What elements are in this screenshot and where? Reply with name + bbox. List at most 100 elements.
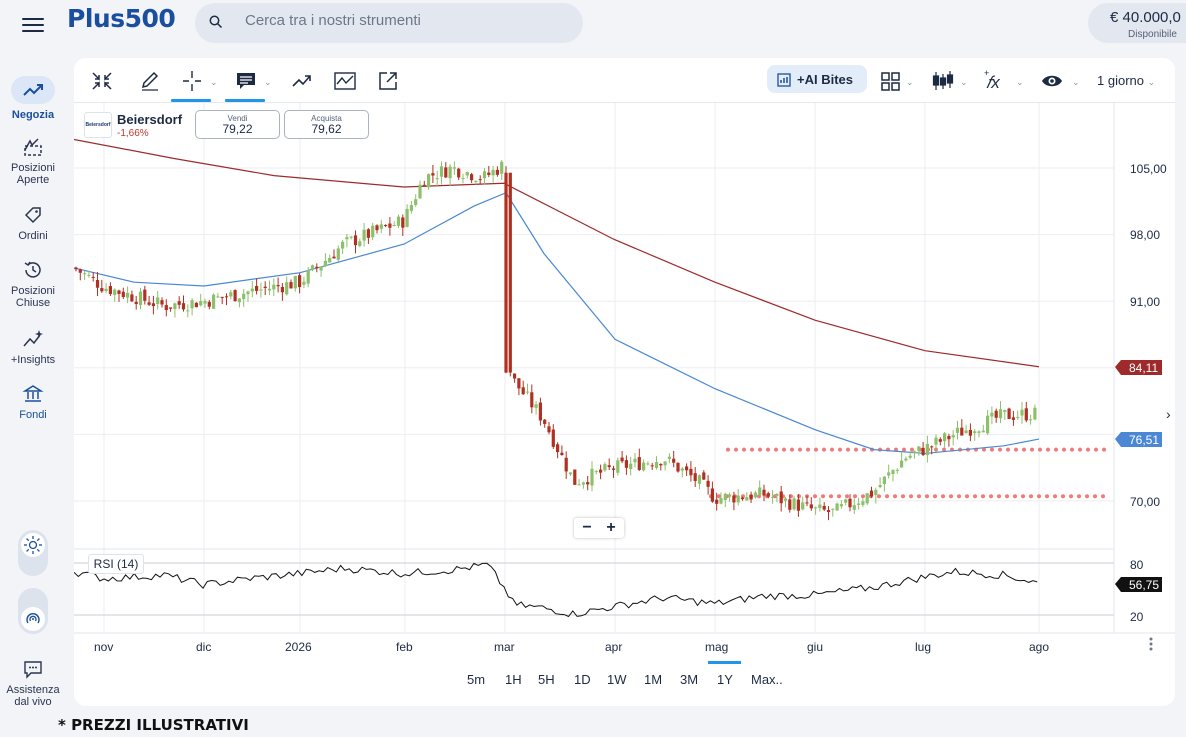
- sidebar-item-fondi[interactable]: Fondi: [0, 383, 66, 421]
- layout-grid-icon[interactable]: [880, 68, 902, 94]
- support-dot: [798, 447, 802, 452]
- candle-body: [224, 296, 229, 298]
- candle-body: [938, 439, 942, 442]
- support-dot: [965, 494, 969, 499]
- candle-body: [779, 491, 783, 504]
- search-bar[interactable]: [195, 3, 583, 43]
- price-chart[interactable]: 105,00 98,00 91,00 70,00 84,11 76,51 › 8…: [74, 103, 1175, 663]
- chevron-down-icon[interactable]: ⌄: [906, 77, 914, 88]
- candle-body: [474, 181, 478, 183]
- chevron-down-icon[interactable]: ⌄: [210, 77, 218, 88]
- chevron-down-icon[interactable]: ⌄: [1016, 77, 1024, 88]
- sell-button[interactable]: Vendi 79,22: [195, 110, 280, 139]
- candle-body: [611, 468, 616, 470]
- interval-selector[interactable]: 1 giorno ⌄: [1097, 73, 1155, 88]
- support-dot: [1069, 494, 1073, 499]
- sparkle-chart-icon: [23, 330, 43, 347]
- candle-body: [263, 286, 267, 288]
- ai-bites-button[interactable]: +AI Bites: [767, 65, 867, 93]
- candle-body: [556, 444, 560, 453]
- disclaimer: * PREZZI ILLUSTRATIVI: [58, 716, 249, 734]
- more-options-icon[interactable]: [1149, 637, 1153, 651]
- rsi-badge: 56,75: [1115, 577, 1162, 592]
- support-dot: [838, 447, 842, 452]
- sidebar-item-ordini[interactable]: Ordini: [0, 204, 66, 242]
- candle-body: [547, 426, 551, 433]
- candle-body: [220, 296, 224, 298]
- zoom-in-button[interactable]: +: [599, 518, 623, 538]
- trend-line-icon[interactable]: [290, 68, 314, 94]
- rsi-label[interactable]: RSI (14): [88, 554, 144, 574]
- timeframe-1w[interactable]: 1W: [607, 672, 627, 687]
- candle-body: [788, 499, 792, 510]
- balance-widget[interactable]: € 40.000,0 Disponibile: [1088, 3, 1186, 43]
- indicator-icon[interactable]: [332, 68, 358, 94]
- svg-text:+: +: [984, 68, 989, 78]
- brand-logo[interactable]: Plus500: [67, 4, 176, 33]
- live-support-button[interactable]: Assistenza dal vivo: [0, 658, 66, 708]
- support-dot: [901, 494, 905, 499]
- candle-body: [629, 463, 633, 470]
- sidebar-item-insights[interactable]: +Insights: [0, 328, 66, 366]
- candle-body: [336, 248, 340, 260]
- candle-body: [190, 300, 194, 309]
- zoom-out-button[interactable]: −: [575, 518, 599, 538]
- search-input[interactable]: [243, 11, 567, 30]
- candle-body: [805, 502, 809, 504]
- eye-icon[interactable]: [1040, 68, 1064, 94]
- scroll-arrow-icon[interactable]: ›: [1166, 406, 1171, 422]
- candle-body: [246, 291, 250, 295]
- timeframe-1d[interactable]: 1D: [574, 672, 591, 687]
- sidebar-item-negozia[interactable]: Negozia: [0, 76, 66, 121]
- accessibility-toggle[interactable]: [18, 588, 48, 634]
- candle-body: [366, 229, 370, 238]
- timeframe-3m[interactable]: 3M: [680, 672, 698, 687]
- timeframe-5h[interactable]: 5H: [538, 672, 555, 687]
- timeframe-1m[interactable]: 1M: [644, 672, 662, 687]
- candle-body: [276, 285, 280, 287]
- chevron-down-icon[interactable]: ⌄: [1072, 77, 1080, 88]
- timeframe-max[interactable]: Max..: [751, 672, 783, 687]
- buy-price: 79,62: [311, 122, 342, 136]
- sidebar-item-label: Negozia: [11, 109, 55, 121]
- chevron-down-icon[interactable]: ⌄: [264, 77, 272, 88]
- candle-body: [697, 475, 702, 484]
- support-dot: [1085, 494, 1089, 499]
- support-dot: [1061, 494, 1065, 499]
- candle-body: [328, 257, 332, 263]
- candle-body: [491, 169, 495, 176]
- candle-body: [534, 404, 538, 408]
- function-fx-icon[interactable]: 𝑓x+: [983, 68, 1007, 94]
- candle-body: [194, 302, 198, 308]
- collapse-icon[interactable]: [90, 68, 114, 94]
- candle-body: [1033, 407, 1037, 420]
- expand-external-icon[interactable]: [376, 68, 400, 94]
- rsi-tick: 80: [1130, 558, 1144, 572]
- candle-body: [272, 284, 276, 290]
- theme-toggle[interactable]: [18, 530, 48, 576]
- candle-body: [887, 472, 891, 476]
- timeframe-5m[interactable]: 5m: [467, 672, 485, 687]
- candlestick-icon[interactable]: [931, 68, 955, 94]
- sidebar-item-posizioni-aperte[interactable]: Posizioni Aperte: [0, 136, 66, 186]
- timeframe-1h[interactable]: 1H: [505, 672, 522, 687]
- chevron-down-icon[interactable]: ⌄: [960, 77, 968, 88]
- support-dot: [1046, 447, 1050, 452]
- candle-body: [293, 276, 297, 289]
- buy-button[interactable]: Acquista 79,62: [284, 110, 369, 139]
- draw-pencil-icon[interactable]: [138, 68, 162, 94]
- candle-body: [753, 492, 757, 498]
- candle-body: [736, 495, 740, 503]
- instrument-change: -1,66%: [117, 128, 149, 139]
- sidebar-item-posizioni-chiuse[interactable]: Posizioni Chiuse: [0, 259, 66, 309]
- crosshair-icon[interactable]: [180, 68, 204, 94]
- support-dot: [997, 494, 1001, 499]
- support-dot: [797, 494, 801, 499]
- candle-body: [126, 292, 130, 298]
- support-dot: [1037, 494, 1041, 499]
- support-dot: [941, 494, 945, 499]
- timeframe-1y[interactable]: 1Y: [717, 672, 733, 687]
- candle-body: [766, 493, 770, 497]
- comment-icon[interactable]: [234, 68, 258, 94]
- menu-icon[interactable]: [22, 14, 44, 34]
